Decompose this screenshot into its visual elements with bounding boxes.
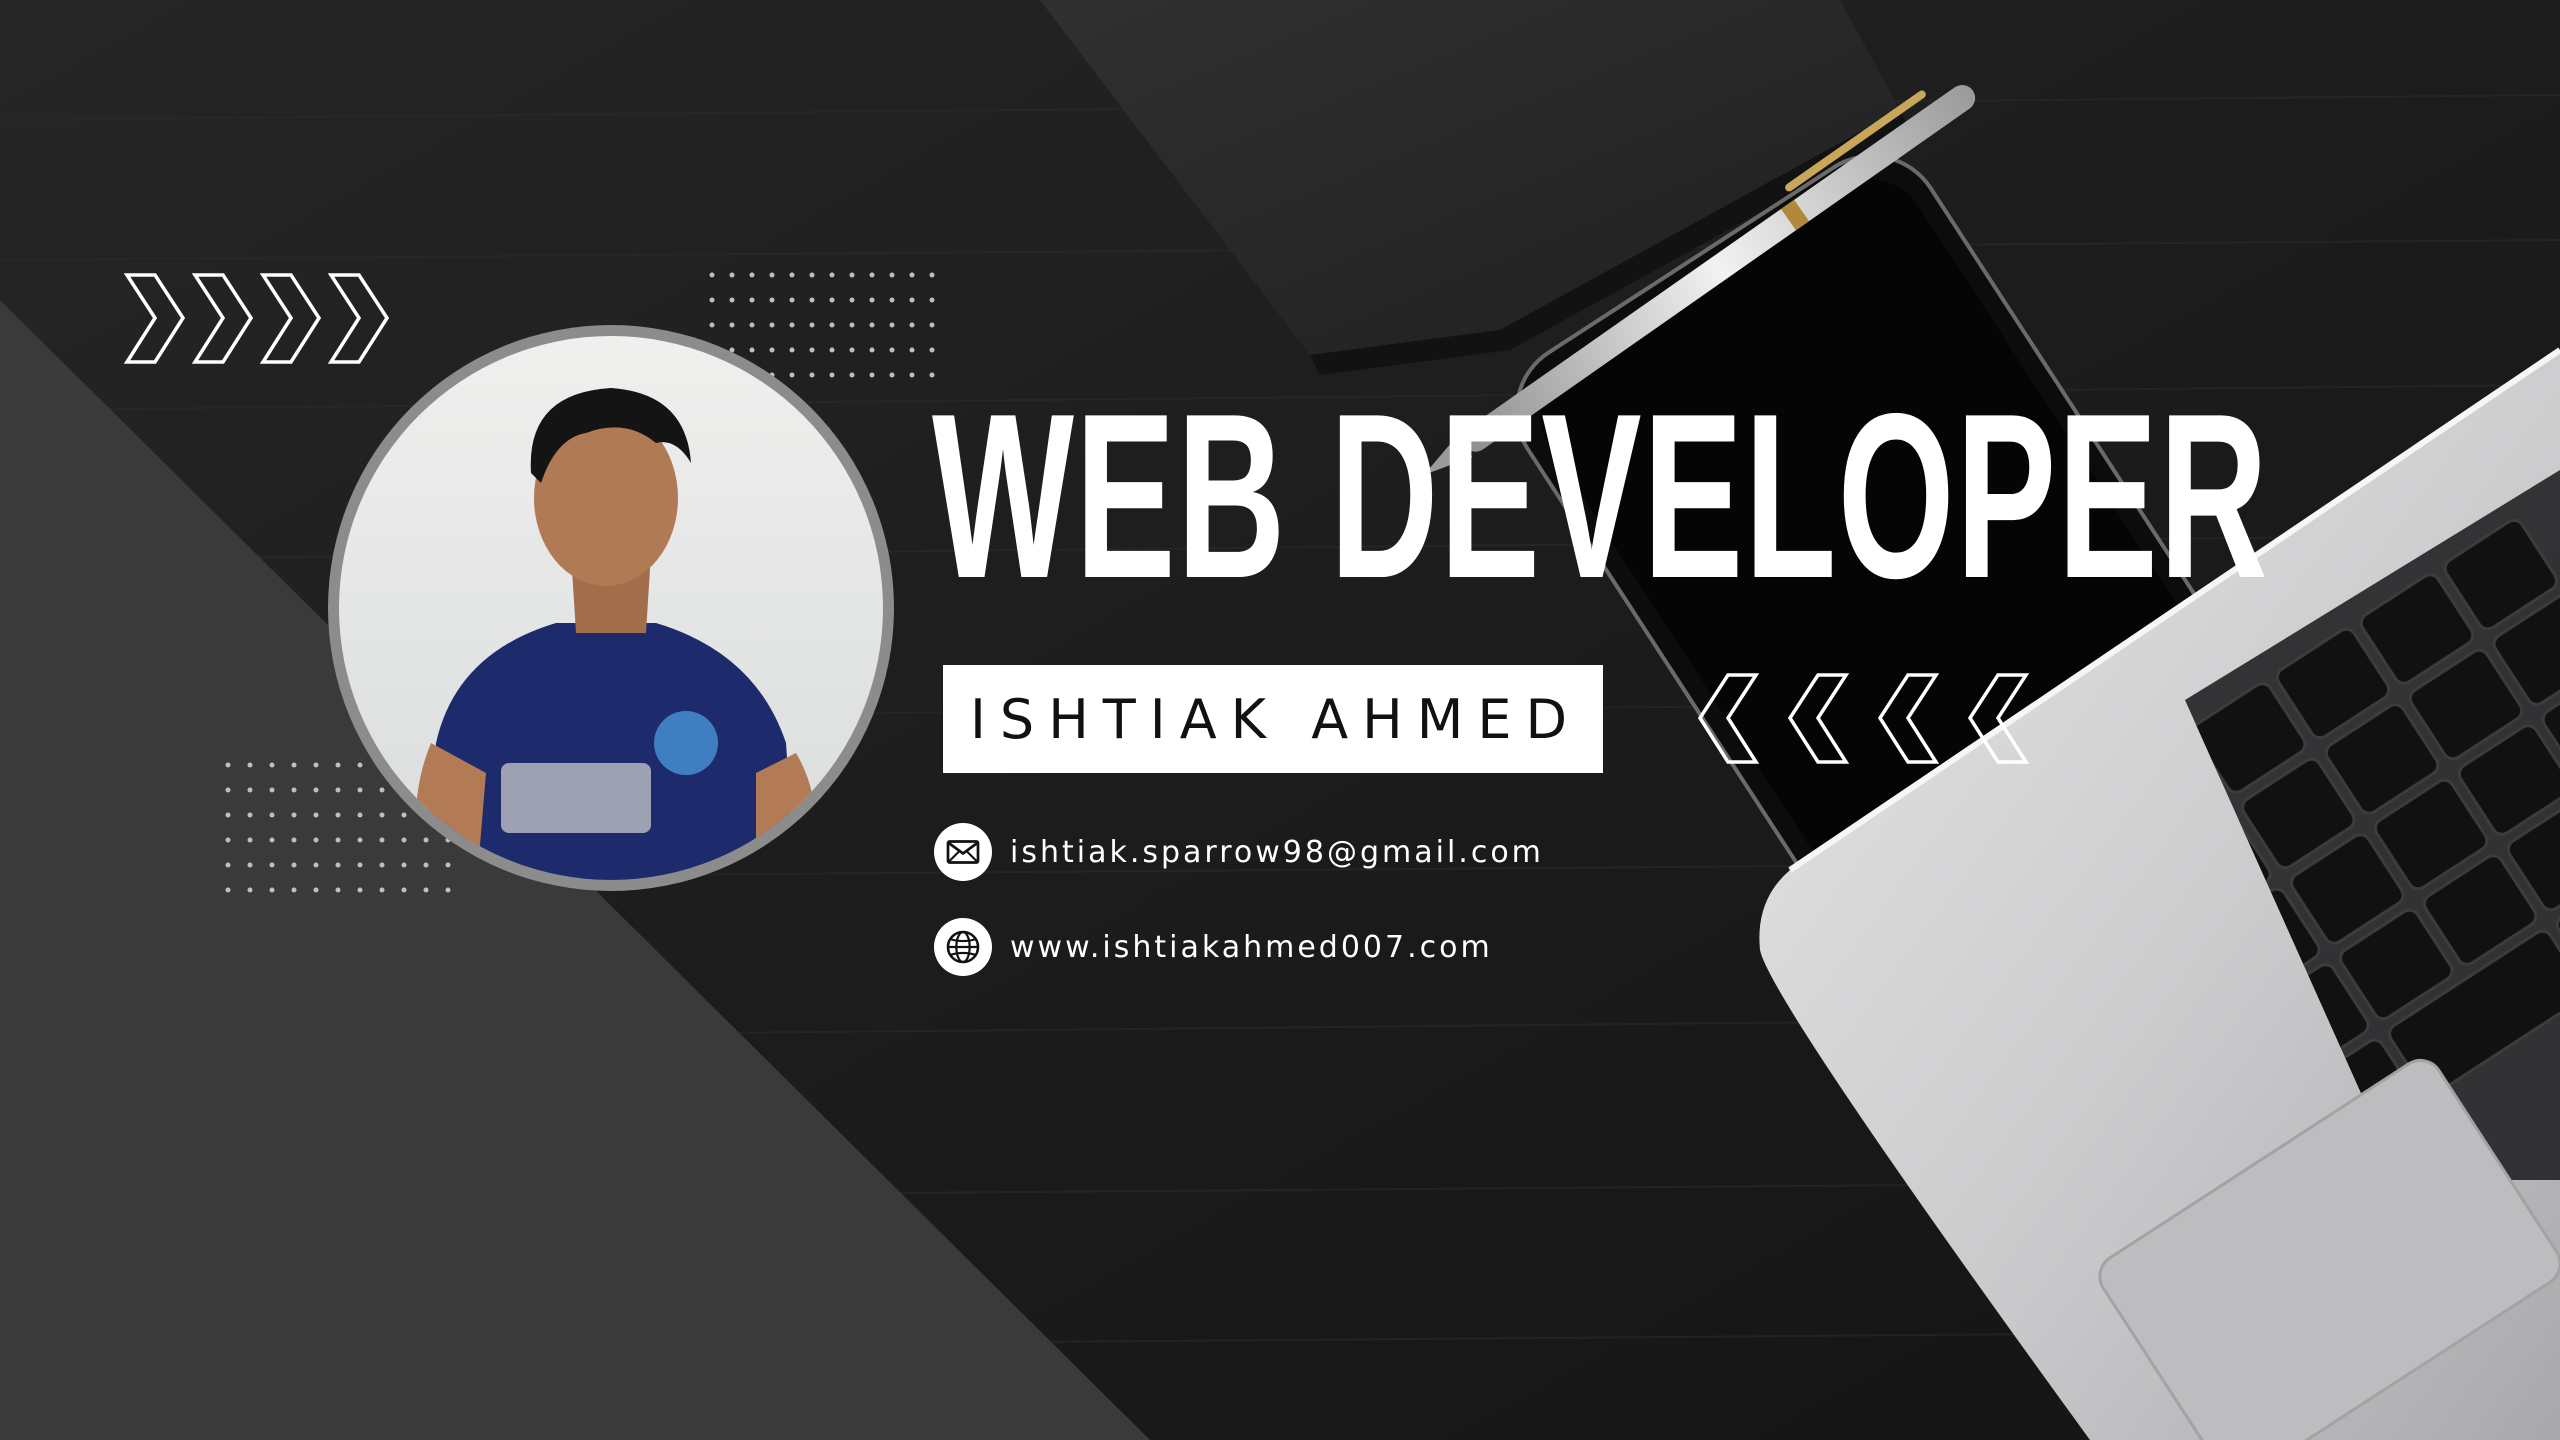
envelope-icon: [934, 823, 992, 881]
globe-icon: [934, 918, 992, 976]
website-text: www.ishtiakahmed007.com: [1010, 929, 1493, 965]
person-name: ISHTIAK AHMED: [970, 687, 1582, 751]
website-contact[interactable]: www.ishtiakahmed007.com: [934, 918, 1493, 976]
profile-photo: [328, 325, 894, 891]
email-text: ishtiak.sparrow98@gmail.com: [1010, 834, 1544, 870]
email-contact[interactable]: ishtiak.sparrow98@gmail.com: [934, 823, 1544, 881]
page-title: WEB DEVELOPER: [932, 364, 2269, 627]
name-badge: ISHTIAK AHMED: [943, 665, 1603, 773]
